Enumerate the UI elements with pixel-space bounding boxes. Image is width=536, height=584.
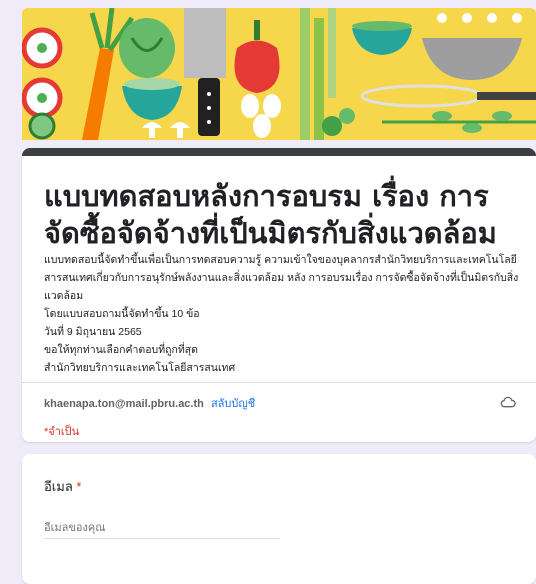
email-label: อีเมล *	[44, 476, 81, 497]
email-question-card: อีเมล *	[22, 454, 536, 584]
form-title: แบบทดสอบหลังการอบรม เรื่อง การจัดซื้อจัด…	[44, 179, 497, 250]
tomato-slice-icon	[22, 27, 63, 140]
switch-account-link[interactable]: สลับบัญชี	[211, 398, 255, 410]
cloud-icon[interactable]	[500, 394, 516, 410]
account-email: khaenapa.ton@mail.pbru.ac.th	[44, 398, 204, 410]
form-description: แบบทดสอบนี้จัดทำขึ้นเพื่อเป็นการทดสอบควา…	[44, 254, 519, 374]
email-input[interactable]	[44, 518, 280, 539]
required-note: *จำเป็น	[44, 426, 80, 438]
required-mark: *	[76, 479, 82, 494]
email-label-text: อีเมล	[44, 479, 73, 494]
lettuce-icon	[119, 18, 175, 78]
form-title-card: แบบทดสอบหลังการอบรม เรื่อง การจัดซื้อจัด…	[22, 148, 536, 442]
divider	[22, 382, 536, 383]
account-info: khaenapa.ton@mail.pbru.ac.th สลับบัญชี	[44, 394, 255, 412]
header-image	[22, 8, 536, 140]
